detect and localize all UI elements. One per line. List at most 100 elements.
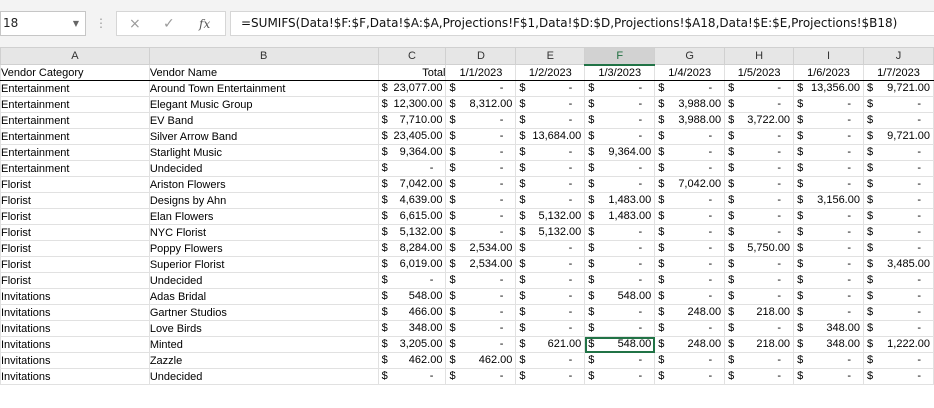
amount-cell[interactable]: $8,284.00 (377, 240, 447, 257)
amount-cell[interactable]: $248.00 (654, 304, 726, 321)
amount-cell[interactable]: $548.00 (377, 288, 447, 305)
amount-cell[interactable]: $ - (445, 336, 517, 353)
amount-cell[interactable]: $ - (793, 96, 864, 113)
amount-cell[interactable]: $1,483.00 (584, 208, 656, 225)
amount-cell[interactable]: $ - (724, 80, 795, 97)
amount-cell[interactable]: $ - (445, 80, 517, 97)
amount-cell[interactable]: $ - (862, 240, 934, 257)
amount-cell[interactable]: $ - (793, 144, 864, 161)
amount-cell[interactable]: $ - (862, 224, 934, 241)
amount-cell[interactable]: $ - (793, 128, 864, 145)
amount-cell[interactable]: $ - (724, 224, 795, 241)
column-header-a[interactable]: A (0, 47, 150, 65)
amount-cell[interactable]: $2,534.00 (445, 240, 517, 257)
amount-cell[interactable]: $348.00 (377, 320, 447, 337)
amount-cell[interactable]: $ - (515, 368, 586, 385)
amount-cell[interactable]: $7,710.00 (377, 112, 447, 129)
vendor-category-cell[interactable]: Florist (0, 240, 150, 257)
amount-cell[interactable]: $ - (793, 352, 864, 369)
amount-cell[interactable]: $ - (862, 368, 934, 385)
amount-cell[interactable]: $ - (584, 368, 656, 385)
vendor-name-cell[interactable]: Love Birds (148, 320, 379, 337)
vendor-category-cell[interactable]: Entertainment (0, 160, 150, 177)
vendor-name-cell[interactable]: Elan Flowers (148, 208, 379, 225)
name-box[interactable]: 18 ▼ (0, 11, 86, 36)
amount-cell[interactable]: $ - (862, 192, 934, 209)
amount-cell[interactable]: $3,485.00 (862, 256, 934, 273)
amount-cell[interactable]: $ - (862, 352, 934, 369)
amount-cell[interactable]: $ - (654, 144, 726, 161)
amount-cell[interactable]: $ - (515, 256, 586, 273)
amount-cell[interactable]: $ - (584, 256, 656, 273)
column-header-e[interactable]: E (515, 47, 586, 65)
amount-cell[interactable]: $ - (862, 112, 934, 129)
column-header-d[interactable]: D (445, 47, 517, 65)
amount-cell[interactable]: $ - (377, 368, 447, 385)
vendor-name-cell[interactable]: Undecided (148, 272, 379, 289)
amount-cell[interactable]: $ - (724, 192, 795, 209)
amount-cell[interactable]: $ - (793, 176, 864, 193)
header-cell[interactable]: 1/6/2023 (793, 64, 864, 81)
amount-cell[interactable]: $ - (445, 112, 517, 129)
amount-cell[interactable]: $ - (377, 272, 447, 289)
amount-cell[interactable]: $ - (445, 176, 517, 193)
column-header-b[interactable]: B (148, 47, 379, 65)
header-cell[interactable]: 1/7/2023 (862, 64, 934, 81)
vendor-name-cell[interactable]: Gartner Studios (148, 304, 379, 321)
amount-cell[interactable]: $ - (724, 144, 795, 161)
vendor-name-cell[interactable]: Zazzle (148, 352, 379, 369)
amount-cell[interactable]: $5,132.00 (377, 224, 447, 241)
vendor-category-cell[interactable]: Invitations (0, 336, 150, 353)
vendor-name-cell[interactable]: Undecided (148, 160, 379, 177)
amount-cell[interactable]: $9,364.00 (584, 144, 656, 161)
vendor-name-cell[interactable]: Starlight Music (148, 144, 379, 161)
vendor-category-cell[interactable]: Invitations (0, 320, 150, 337)
vendor-category-cell[interactable]: Entertainment (0, 80, 150, 97)
amount-cell[interactable]: $ - (724, 176, 795, 193)
amount-cell[interactable]: $348.00 (793, 336, 864, 353)
vendor-category-cell[interactable]: Invitations (0, 352, 150, 369)
amount-cell[interactable]: $ - (445, 128, 517, 145)
amount-cell[interactable]: $ - (584, 112, 656, 129)
amount-cell[interactable]: $ - (862, 96, 934, 113)
amount-cell[interactable]: $ - (793, 272, 864, 289)
amount-cell[interactable]: $ - (584, 160, 656, 177)
column-header-h[interactable]: H (724, 47, 795, 65)
amount-cell[interactable]: $9,721.00 (862, 80, 934, 97)
header-cell[interactable]: 1/5/2023 (724, 64, 795, 81)
amount-cell[interactable]: $ - (862, 208, 934, 225)
amount-cell[interactable]: $ - (793, 112, 864, 129)
amount-cell[interactable]: $ - (584, 176, 656, 193)
vendor-name-cell[interactable]: Superior Florist (148, 256, 379, 273)
vendor-category-cell[interactable]: Entertainment (0, 96, 150, 113)
amount-cell[interactable]: $ - (515, 272, 586, 289)
vendor-category-cell[interactable]: Entertainment (0, 128, 150, 145)
amount-cell[interactable]: $ - (654, 368, 726, 385)
amount-cell[interactable]: $ - (445, 320, 517, 337)
amount-cell[interactable]: $ - (724, 368, 795, 385)
amount-cell[interactable]: $ - (515, 80, 586, 97)
amount-cell[interactable]: $13,684.00 (515, 128, 586, 145)
amount-cell[interactable]: $ - (724, 288, 795, 305)
amount-cell[interactable]: $ - (584, 224, 656, 241)
amount-cell[interactable]: $ - (793, 240, 864, 257)
vendor-name-cell[interactable]: EV Band (148, 112, 379, 129)
amount-cell[interactable]: $ - (584, 272, 656, 289)
amount-cell[interactable]: $ - (584, 96, 656, 113)
amount-cell[interactable]: $ - (584, 80, 656, 97)
amount-cell[interactable]: $ - (445, 368, 517, 385)
amount-cell[interactable]: $ - (515, 304, 586, 321)
amount-cell[interactable]: $ - (724, 160, 795, 177)
amount-cell[interactable]: $ - (515, 352, 586, 369)
vendor-name-cell[interactable]: Minted (148, 336, 379, 353)
amount-cell[interactable]: $3,205.00 (377, 336, 447, 353)
vendor-name-cell[interactable]: Ariston Flowers (148, 176, 379, 193)
amount-cell[interactable]: $ - (445, 208, 517, 225)
header-cell[interactable]: 1/4/2023 (654, 64, 726, 81)
amount-cell[interactable]: $ - (724, 256, 795, 273)
vendor-name-cell[interactable]: Around Town Entertainment (148, 80, 379, 97)
amount-cell[interactable]: $ - (862, 272, 934, 289)
header-cell[interactable]: Total (377, 64, 447, 81)
amount-cell[interactable]: $ - (654, 208, 726, 225)
amount-cell[interactable]: $462.00 (445, 352, 517, 369)
